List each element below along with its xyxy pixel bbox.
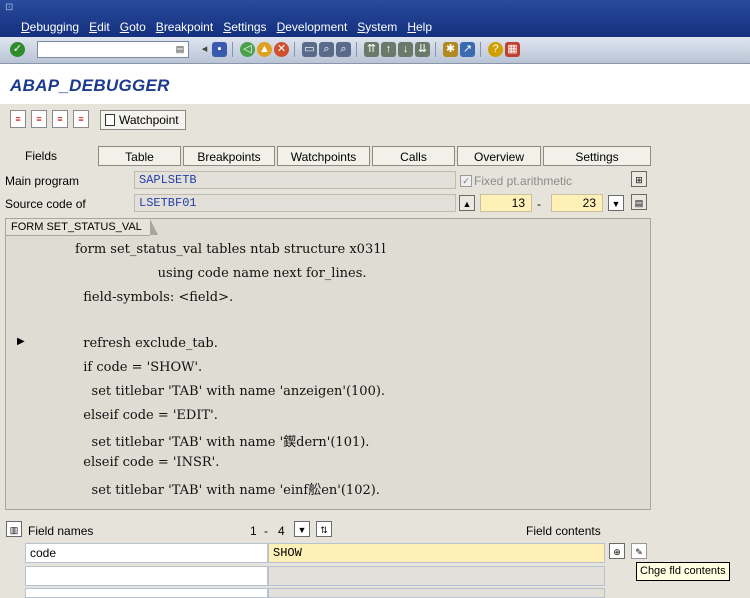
layout-icon[interactable]: ▦ bbox=[505, 42, 520, 57]
shortcut-icon[interactable]: ↗ bbox=[460, 42, 475, 57]
document-icon bbox=[105, 114, 115, 126]
tab-watchpoints[interactable]: Watchpoints bbox=[277, 146, 370, 166]
menu-goto[interactable]: Goto bbox=[120, 20, 146, 34]
code-line: refresh exclude_tab. bbox=[75, 336, 218, 351]
single-step-icon[interactable]: ≡ bbox=[10, 110, 26, 128]
cancel-icon[interactable]: ✕ bbox=[274, 42, 289, 57]
code-line: elseif code = 'EDIT'. bbox=[75, 408, 218, 423]
line-to-field[interactable]: 23 bbox=[551, 194, 603, 212]
title-area: ABAP_DEBUGGER bbox=[0, 64, 750, 104]
fixed-pt-checkbox[interactable]: ✓ Fixed pt.arithmetic bbox=[460, 174, 572, 188]
field-contents-label: Field contents bbox=[526, 524, 601, 538]
toolbar-separator bbox=[480, 42, 481, 57]
line-range-separator: - bbox=[537, 197, 541, 211]
tab-settings[interactable]: Settings bbox=[543, 146, 651, 166]
standard-toolbar: ✓ ▤ ◂ ▪ ◁ ▲ ✕ ▭ ⌕ ⌕ ⇈ ↑ ↓ ⇊ ✱ ↗ ? ▦ bbox=[0, 37, 750, 64]
enter-icon[interactable]: ✓ bbox=[10, 42, 25, 57]
tab-table[interactable]: Table bbox=[98, 146, 181, 166]
change-field-tooltip: Chge fld contents bbox=[636, 562, 730, 581]
find-icon[interactable]: ⌕ bbox=[319, 42, 334, 57]
menu-system[interactable]: System bbox=[357, 20, 397, 34]
code-line: field-symbols: <field>. bbox=[75, 290, 234, 305]
delete-icon[interactable]: ▥ bbox=[6, 521, 22, 537]
menu-settings[interactable]: Settings bbox=[223, 20, 266, 34]
scroll-up-icon[interactable]: ▲ bbox=[459, 195, 475, 211]
tab-overview[interactable]: Overview bbox=[457, 146, 541, 166]
back-icon[interactable]: ◁ bbox=[240, 42, 255, 57]
command-field[interactable]: ▤ bbox=[37, 41, 189, 58]
change-field-icon[interactable]: ✎ bbox=[631, 543, 647, 559]
field-content-cell[interactable]: SHOW bbox=[268, 543, 605, 563]
range-from: 1 bbox=[250, 524, 257, 538]
program-detail-icon[interactable]: ⊞ bbox=[631, 171, 647, 187]
code-line: using code name next for_lines. bbox=[75, 266, 367, 281]
menu-list: Debugging Edit Goto Breakpoint Settings … bbox=[21, 20, 432, 34]
main-program-field[interactable]: SAPLSETB bbox=[134, 171, 456, 189]
first-page-icon[interactable]: ⇈ bbox=[364, 42, 379, 57]
print-icon[interactable]: ▭ bbox=[302, 42, 317, 57]
line-from-field[interactable]: 13 bbox=[480, 194, 532, 212]
field-name-cell[interactable] bbox=[25, 588, 268, 598]
tab-fields[interactable]: Fields bbox=[5, 146, 77, 166]
range-separator: - bbox=[264, 524, 268, 538]
find-next-icon[interactable]: ⌕ bbox=[336, 42, 351, 57]
help-icon[interactable]: ? bbox=[488, 42, 503, 57]
menu-edit[interactable]: Edit bbox=[89, 20, 110, 34]
page-title: ABAP_DEBUGGER bbox=[10, 76, 170, 95]
menu-help[interactable]: Help bbox=[407, 20, 432, 34]
execute-icon[interactable]: ≡ bbox=[31, 110, 47, 128]
save-icon[interactable]: ▪ bbox=[212, 42, 227, 57]
code-line: set titlebar 'TAB' with name '鍥dern'(101… bbox=[75, 435, 370, 450]
range-dropdown-icon[interactable]: ▼ bbox=[294, 521, 310, 537]
code-line: form set_status_val tables ntab structur… bbox=[75, 242, 386, 257]
watchpoint-button[interactable]: Watchpoint bbox=[100, 110, 186, 130]
code-line: if code = 'SHOW'. bbox=[75, 360, 203, 375]
previous-page-icon[interactable]: ↑ bbox=[381, 42, 396, 57]
history-icon[interactable]: ▤ bbox=[172, 42, 188, 57]
field-names-label: Field names bbox=[28, 524, 94, 538]
field-content-cell[interactable] bbox=[268, 588, 605, 598]
next-page-icon[interactable]: ↓ bbox=[398, 42, 413, 57]
code-line: set titlebar 'TAB' with name 'anzeigen'(… bbox=[75, 384, 386, 399]
system-menu-icon[interactable]: ⊡ bbox=[5, 2, 13, 13]
code-panel-tab[interactable]: FORM SET_STATUS_VAL bbox=[6, 219, 158, 236]
continue-icon[interactable]: ≡ bbox=[73, 110, 89, 128]
range-to: 4 bbox=[278, 524, 285, 538]
source-code-field[interactable]: LSETBF01 bbox=[134, 194, 456, 212]
menu-development[interactable]: Development bbox=[277, 20, 348, 34]
new-session-icon[interactable]: ✱ bbox=[443, 42, 458, 57]
toolbar-separator bbox=[356, 42, 357, 57]
toolbar-separator bbox=[232, 42, 233, 57]
tab-breakpoints[interactable]: Breakpoints bbox=[183, 146, 275, 166]
menu-bar: ⊡ Debugging Edit Goto Breakpoint Setting… bbox=[0, 0, 750, 37]
main-program-label: Main program bbox=[5, 174, 80, 188]
field-content-cell[interactable] bbox=[268, 566, 605, 586]
return-icon[interactable]: ≡ bbox=[52, 110, 68, 128]
exit-icon[interactable]: ▲ bbox=[257, 42, 272, 57]
tab-calls[interactable]: Calls bbox=[372, 146, 455, 166]
field-name-cell[interactable]: code bbox=[25, 543, 268, 563]
watchpoint-label: Watchpoint bbox=[119, 113, 179, 127]
scroll-down-icon[interactable]: ▼ bbox=[608, 195, 624, 211]
code-line: elseif code = 'INSR'. bbox=[75, 455, 220, 470]
range-nav-icon[interactable]: ⇅ bbox=[316, 521, 332, 537]
checkbox-icon: ✓ bbox=[460, 175, 472, 187]
toolbar-separator bbox=[294, 42, 295, 57]
toolbar-separator bbox=[435, 42, 436, 57]
fixed-pt-label: Fixed pt.arithmetic bbox=[474, 174, 573, 188]
zoom-icon[interactable]: ⊕ bbox=[609, 543, 625, 559]
application-toolbar: ≡ ≡ ≡ ≡ Watchpoint bbox=[0, 104, 750, 134]
collapse-icon[interactable]: ◂ bbox=[197, 42, 212, 57]
current-line-marker-icon: ▶ bbox=[17, 336, 25, 347]
menu-debugging[interactable]: Debugging bbox=[21, 20, 79, 34]
field-name-cell[interactable] bbox=[25, 566, 268, 586]
source-code-label: Source code of bbox=[5, 197, 86, 211]
code-line: set titlebar 'TAB' with name 'einf舩en'(1… bbox=[75, 483, 380, 498]
source-detail-icon[interactable]: ▤ bbox=[631, 194, 647, 210]
last-page-icon[interactable]: ⇊ bbox=[415, 42, 430, 57]
menu-breakpoint[interactable]: Breakpoint bbox=[156, 20, 213, 34]
